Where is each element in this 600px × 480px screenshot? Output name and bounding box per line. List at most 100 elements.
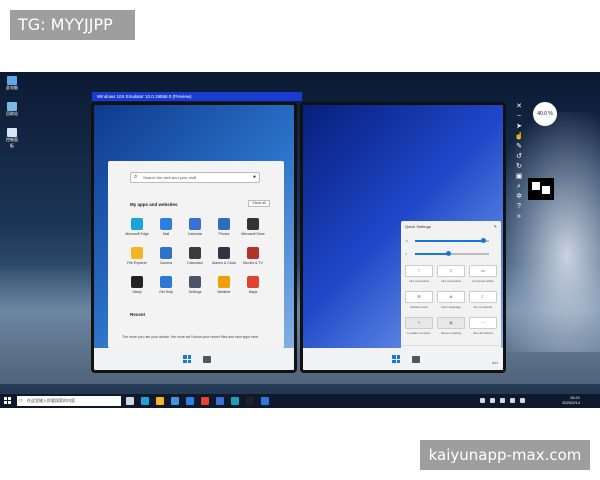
emulator-title: Windows 10X Emulator 10.0.19556.0 (Previ… (92, 92, 302, 101)
app-label: Photos (218, 232, 230, 236)
clock-date: 2020/2/14 (562, 400, 580, 405)
pointer-icon[interactable]: ➤ (514, 122, 524, 132)
app-label: Alarms & Clock (212, 261, 236, 265)
volume-knob[interactable] (445, 251, 451, 256)
cast-icon: ▣ (449, 320, 453, 325)
app-tile[interactable]: Microsoft Edge (124, 218, 150, 240)
quick-settings-panel: Quick Settings ✎ ☼ ♪ ⌔ Not connected ᛒ Not … (401, 221, 501, 357)
task-view-icon[interactable] (126, 397, 134, 405)
fit-screen-icon[interactable]: ▣ (514, 172, 524, 182)
app-label: Weather (217, 290, 231, 294)
start-search-input[interactable]: ⌕ Search the web and your stuff ● (130, 172, 260, 183)
help-icon[interactable]: ? (514, 202, 524, 212)
recycle-bin-icon-glyph (7, 76, 17, 85)
app-icon[interactable] (216, 397, 224, 405)
location-toggle[interactable]: ⌖ (405, 317, 433, 329)
toggle-label: Not connected (441, 279, 461, 283)
settings-gear-icon[interactable]: ✲ (514, 192, 524, 202)
rotate-left-icon[interactable]: ↺ (514, 152, 524, 162)
network-icon[interactable]: 回收站 (5, 102, 19, 116)
app-tile[interactable]: Calculator (182, 247, 208, 269)
moon-toggle[interactable]: ☾ (469, 291, 497, 303)
edge-icon[interactable] (141, 397, 149, 405)
bluetooth-toggle[interactable]: ᛒ (437, 265, 465, 277)
app-tile[interactable]: Weather (211, 276, 237, 298)
app-tile[interactable]: Settings (182, 276, 208, 298)
store-icon[interactable] (171, 397, 179, 405)
microphone-icon[interactable]: ● (253, 174, 256, 181)
rotate-right-icon[interactable]: ↻ (514, 162, 524, 172)
network-icon-glyph (7, 102, 17, 111)
desktop-icon-label: 回收站 (6, 111, 18, 116)
app-tile[interactable]: Maps (240, 276, 266, 298)
rotation-toggle[interactable]: ⟳ (405, 291, 433, 303)
tray-thumb-1 (532, 182, 540, 190)
app-tile[interactable]: Get Help (153, 276, 179, 298)
start-button[interactable] (4, 397, 11, 404)
terminal-icon[interactable] (246, 397, 254, 405)
zoom-icon[interactable]: ⌕ (514, 182, 524, 192)
app-label: Microsoft Edge (125, 232, 149, 236)
chrome-icon[interactable] (201, 397, 209, 405)
app-tile[interactable]: Sticky (124, 276, 150, 298)
language-tray-icon[interactable] (520, 398, 525, 403)
pen-icon[interactable]: ✎ (514, 142, 524, 152)
taskbar-clock[interactable]: 16:21 2020/2/14 (562, 395, 580, 405)
app-label: Sticky (132, 290, 142, 294)
bluetooth-icon: ᛒ (449, 268, 453, 273)
tablet-toggle[interactable]: ▭ (469, 265, 497, 277)
minimize-icon[interactable]: − (514, 112, 524, 122)
cast-toggle[interactable]: ▣ (437, 317, 465, 329)
actions-toggle[interactable]: ⋯ (469, 317, 497, 329)
windows-start-icon-right[interactable] (392, 355, 400, 363)
search-placeholder: Search the web and your stuff (143, 175, 197, 180)
recent-text: The more you use your device, the more w… (122, 335, 260, 339)
recycle-bin-icon[interactable]: 此电脑 (5, 76, 19, 90)
taskbar-search-input[interactable]: ○ 在这里输入你要搜索的内容 (17, 396, 121, 406)
task-switcher-icon[interactable] (203, 356, 211, 363)
app-tile[interactable]: Microsoft Store (240, 218, 266, 240)
app-icon (189, 247, 201, 259)
language-toggle[interactable]: A (437, 291, 465, 303)
touch-icon[interactable]: ☝ (514, 132, 524, 142)
volume-tray-icon[interactable] (510, 398, 515, 403)
app-tile[interactable]: Calendar (182, 218, 208, 240)
left-screen-taskbar (94, 348, 294, 370)
windows-start-icon[interactable] (183, 355, 191, 363)
app-tile[interactable]: Mail (153, 218, 179, 240)
more-icon[interactable]: » (514, 212, 524, 222)
hyperv-icon[interactable] (261, 397, 269, 405)
show-all-button[interactable]: Show all (248, 200, 270, 207)
app-tile[interactable]: Camera (153, 247, 179, 269)
explorer-icon[interactable] (156, 397, 164, 405)
app-label: Get Help (159, 290, 173, 294)
volume-slider[interactable] (415, 251, 489, 256)
app-icon (189, 276, 201, 288)
app-icon (218, 276, 230, 288)
app-tile[interactable]: Movies & TV (240, 247, 266, 269)
tablet-icon: ▭ (481, 268, 485, 273)
app-tile[interactable]: Alarms & Clock (211, 247, 237, 269)
tray-icon-1[interactable] (480, 398, 485, 403)
app-icon (131, 218, 143, 230)
task-switcher-icon-right[interactable] (412, 356, 420, 363)
app-icon (218, 218, 230, 230)
app-tile[interactable]: Photos (211, 218, 237, 240)
toggle-label: Rotation lock (410, 305, 428, 309)
brightness-slider[interactable] (415, 238, 489, 243)
toggle-label: Location services (407, 331, 431, 335)
app-tile[interactable]: File Explorer (124, 247, 150, 269)
app-label: Maps (248, 290, 258, 294)
mail-icon[interactable] (186, 397, 194, 405)
network-tray-icon[interactable] (500, 398, 505, 403)
brightness-knob[interactable] (480, 238, 486, 243)
app-icon (218, 247, 230, 259)
tray-icon-2[interactable] (490, 398, 495, 403)
app-icon (247, 276, 259, 288)
wifi-toggle[interactable]: ⌔ (405, 265, 433, 277)
edit-icon[interactable]: ✎ (494, 224, 497, 229)
emulator-icon[interactable] (231, 397, 239, 405)
desktop-icon-label: 控制面板 (6, 137, 18, 148)
close-icon[interactable]: ✕ (514, 102, 524, 112)
folder-icon[interactable]: 控制面板 (5, 128, 19, 148)
